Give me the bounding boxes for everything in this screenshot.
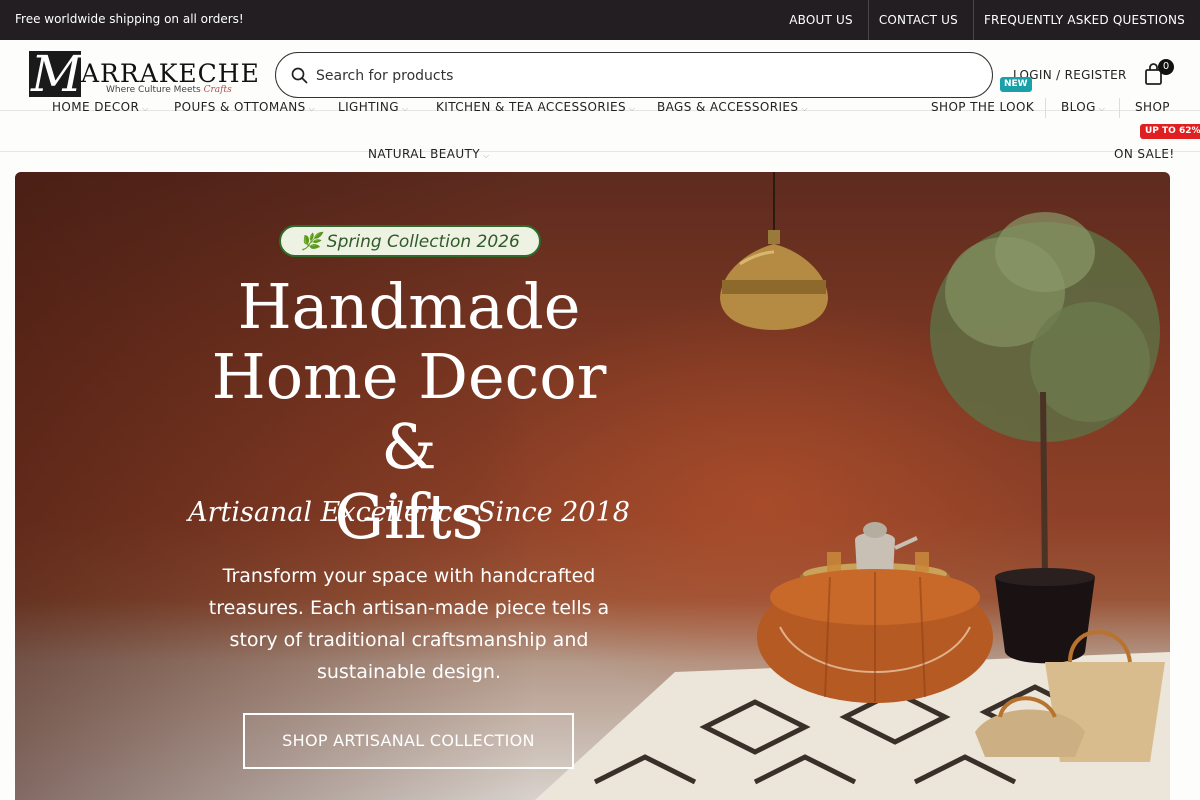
nav-blog[interactable]: BLOG ⌵ xyxy=(1061,100,1105,114)
shipping-promo-text: Free worldwide shipping on all orders! xyxy=(15,12,244,26)
nav-separator xyxy=(1119,98,1120,118)
hero-script-subtitle: Artisanal Excellence Since 2018 xyxy=(188,497,630,528)
sale-badge: UP TO 62% xyxy=(1140,124,1200,139)
chevron-down-icon: ⌵ xyxy=(483,151,490,160)
nav-on-sale[interactable]: ON SALE! xyxy=(1114,147,1175,161)
logo-tagline: Where Culture Meets Crafts xyxy=(106,85,232,95)
shop-collection-button[interactable]: SHOP ARTISANAL COLLECTION xyxy=(243,713,574,769)
nav-divider xyxy=(0,151,1200,152)
cart-button[interactable]: 0 xyxy=(1144,59,1174,88)
topbar-links: ABOUT US CONTACT US FREQUENTLY ASKED QUE… xyxy=(779,0,1200,40)
chevron-down-icon: ⌵ xyxy=(142,104,149,113)
about-us-link[interactable]: ABOUT US xyxy=(779,0,868,40)
chevron-down-icon: ⌵ xyxy=(308,104,316,113)
chevron-down-icon: ⌵ xyxy=(801,104,808,113)
spring-collection-badge: 🌿 Spring Collection 2026 xyxy=(279,225,541,257)
logo-wordmark: ARRAKECHE xyxy=(81,59,260,88)
nav-separator xyxy=(1045,98,1046,118)
chevron-down-icon: ⌵ xyxy=(401,104,409,113)
pendant-lamp-image xyxy=(720,172,828,330)
chevron-down-icon: ⌵ xyxy=(1098,104,1106,113)
nav-shop-the-look[interactable]: SHOP THE LOOK xyxy=(931,100,1034,114)
nav-natural-beauty[interactable]: NATURAL BEAUTY ⌵ xyxy=(368,147,489,161)
new-badge: NEW xyxy=(1000,77,1032,92)
announcement-bar: Free worldwide shipping on all orders! A… xyxy=(0,0,1200,40)
logo-mark: M xyxy=(29,45,83,103)
spring-collection-label: 🌿 Spring Collection 2026 xyxy=(300,232,520,252)
site-logo[interactable]: M ARRAKECHE Where Culture Meets Crafts xyxy=(29,45,259,103)
nav-home-decor[interactable]: HOME DECOR ⌵ xyxy=(52,100,149,114)
straw-basket-image xyxy=(975,630,1165,762)
nav-bags-accessories[interactable]: BAGS & ACCESSORIES ⌵ xyxy=(657,100,808,114)
chevron-down-icon: ⌵ xyxy=(629,104,636,113)
hero-banner: 🌿 Spring Collection 2026 Handmade Home D… xyxy=(15,172,1170,800)
search-input[interactable] xyxy=(316,63,976,89)
nav-poufs-ottomans[interactable]: POUFS & OTTOMANS ⌵ xyxy=(174,100,315,114)
search-bar[interactable] xyxy=(275,52,993,98)
nav-kitchen-tea[interactable]: KITCHEN & TEA ACCESSORIES ⌵ xyxy=(436,100,635,114)
faq-link[interactable]: FREQUENTLY ASKED QUESTIONS xyxy=(972,0,1200,40)
nav-shop[interactable]: SHOP xyxy=(1135,100,1170,114)
search-icon[interactable] xyxy=(291,67,308,84)
cart-count-badge: 0 xyxy=(1158,59,1174,75)
contact-us-link[interactable]: CONTACT US xyxy=(867,0,973,40)
hero-description: Transform your space with handcrafted tr… xyxy=(208,565,610,683)
nav-lighting[interactable]: LIGHTING ⌵ xyxy=(338,100,408,114)
hero-title-line2: Home Decor & xyxy=(211,340,607,483)
olive-tree-image xyxy=(930,212,1160,664)
hero-title-line1: Handmade xyxy=(237,270,581,343)
